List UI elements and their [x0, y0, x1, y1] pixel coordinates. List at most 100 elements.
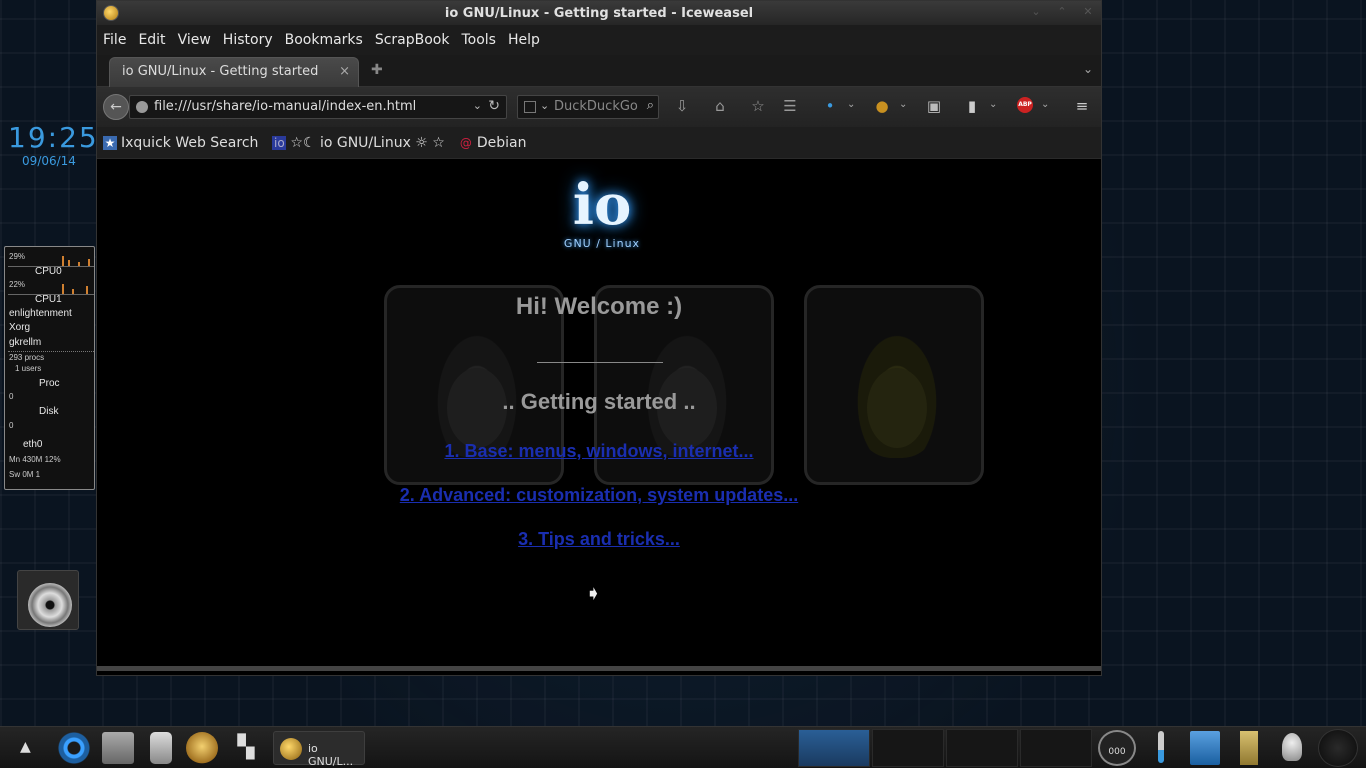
cpu0-percent: 29%: [9, 252, 26, 261]
desktop-pager-4[interactable]: [1020, 729, 1092, 767]
page-content: io GNU / Linux Hi! Welcome :) .. Getting…: [97, 159, 1101, 671]
desktop-clock: 19:25 09/06/14: [8, 122, 97, 169]
top-process-2: Xorg: [9, 322, 31, 333]
robot-icon[interactable]: ▣: [925, 97, 943, 115]
search-input[interactable]: DuckDuckGo: [554, 99, 638, 114]
link-advanced-text[interactable]: 2. Advanced: customization, system updat…: [400, 485, 798, 505]
speed-gauge-icon[interactable]: 000: [1098, 730, 1136, 766]
welcome-heading: Hi! Welcome :): [515, 293, 683, 320]
cd-drive-widget[interactable]: [17, 570, 79, 630]
menu-edit[interactable]: Edit: [134, 32, 169, 48]
desktop-pager-2[interactable]: [872, 729, 944, 767]
bookmark-ixquick[interactable]: ★ Ixquick Web Search: [103, 135, 258, 151]
greasemonkey-icon[interactable]: ●: [873, 97, 891, 115]
search-icon[interactable]: ⌕: [647, 98, 654, 113]
menu-file[interactable]: File: [99, 32, 130, 48]
desktop-pager-1[interactable]: [798, 729, 870, 767]
iceweasel-icon: [280, 738, 302, 760]
tab-bar: io GNU/Linux - Getting started × ✚ ⌄: [97, 55, 1101, 87]
debian-swirl-icon: @: [459, 135, 472, 150]
navigation-bar: ← file:///usr/share/io-manual/index-en.h…: [97, 87, 1101, 127]
link-tips: 3. Tips and tricks...: [97, 529, 1101, 550]
divider-line: [537, 362, 663, 363]
hamburger-menu-icon[interactable]: ≡: [1073, 97, 1091, 115]
logo-mark: io: [572, 172, 632, 238]
bookmarks-list-icon[interactable]: ☰: [781, 97, 799, 115]
bookmark-label: Debian: [476, 134, 527, 151]
start-menu-icon[interactable]: [58, 732, 90, 764]
link-advanced: 2. Advanced: customization, system updat…: [97, 485, 1101, 506]
taskbar-task-iceweasel[interactable]: io GNU/L...: [273, 731, 365, 768]
memory-icon[interactable]: [1240, 731, 1258, 765]
new-tab-icon[interactable]: ✚: [371, 62, 383, 78]
window-title: io GNU/Linux - Getting started - Iceweas…: [444, 5, 754, 21]
taskbar: ▲ ▚ io GNU/L... 000: [0, 726, 1366, 768]
search-engine-icon[interactable]: [524, 101, 536, 113]
link-tips-text[interactable]: 3. Tips and tricks...: [518, 529, 680, 549]
extension-dropdown-icon[interactable]: ⌄: [847, 99, 855, 110]
browser-launcher-icon[interactable]: [186, 732, 218, 764]
thermometer-icon[interactable]: [1158, 731, 1164, 763]
search-bar[interactable]: ⌄ DuckDuckGo ⌕: [517, 95, 659, 119]
menu-bar: File Edit View History Bookmarks ScrapBo…: [97, 25, 1101, 55]
drive-icon[interactable]: [102, 732, 134, 764]
bookmark-label: Ixquick Web Search: [121, 134, 259, 151]
noscript-dropdown-icon[interactable]: ⌄: [989, 99, 997, 110]
iceweasel-icon[interactable]: [103, 5, 119, 21]
tab-close-icon[interactable]: ×: [339, 64, 350, 79]
gkrellm-monitor[interactable]: 29% CPU0 22% CPU1 enlightenment Xorg gkr…: [4, 246, 95, 490]
proc-value: 0: [9, 392, 14, 401]
url-history-dropdown-icon[interactable]: ⌄: [473, 99, 482, 112]
star-icon: ★: [103, 135, 117, 150]
site-identity-icon[interactable]: [136, 101, 148, 113]
tab-list-chevron-icon[interactable]: ⌄: [1083, 62, 1093, 76]
io-icon: io: [272, 135, 287, 150]
desktop-pager-3[interactable]: [946, 729, 1018, 767]
tab-getting-started[interactable]: io GNU/Linux - Getting started ×: [109, 57, 359, 87]
greasemonkey-dropdown-icon[interactable]: ⌄: [899, 99, 907, 110]
bookmark-debian[interactable]: @ Debian: [459, 135, 527, 151]
bookmark-io-linux[interactable]: io ☆☾ io GNU/Linux ☼ ☆: [272, 134, 445, 151]
bookmark-star-icon[interactable]: ☆: [749, 97, 767, 115]
task-label: io GNU/L...: [308, 742, 354, 768]
users-count: 1 users: [15, 364, 42, 373]
url-input[interactable]: file:///usr/share/io-manual/index-en.htm…: [154, 99, 416, 114]
top-process-1: enlightenment: [9, 308, 72, 319]
book-icon[interactable]: [1190, 731, 1220, 765]
bulb-icon[interactable]: [1282, 733, 1302, 761]
io-logo: io GNU / Linux: [557, 173, 647, 250]
title-bar[interactable]: io GNU/Linux - Getting started - Iceweas…: [97, 1, 1101, 25]
usb-drive-icon[interactable]: [150, 732, 172, 764]
reload-icon[interactable]: ↻: [488, 98, 500, 114]
minimize-button[interactable]: ⌄: [1029, 5, 1043, 19]
search-engine-dropdown-icon[interactable]: ⌄: [540, 99, 549, 112]
menu-help[interactable]: Help: [504, 32, 544, 48]
cpu1-percent: 22%: [9, 280, 26, 289]
back-button[interactable]: ←: [103, 94, 129, 120]
home-icon[interactable]: ⌂: [711, 97, 729, 115]
menu-bookmarks[interactable]: Bookmarks: [281, 32, 367, 48]
maximize-button[interactable]: ⌃: [1055, 5, 1069, 19]
link-base-text[interactable]: 1. Base: menus, windows, internet...: [444, 441, 753, 461]
mouse-cursor-icon: ➧: [585, 581, 602, 605]
downloads-icon[interactable]: ⇩: [673, 97, 691, 115]
bookmark-label: ☆☾ io GNU/Linux ☼ ☆: [290, 134, 445, 151]
menu-tools[interactable]: Tools: [457, 32, 500, 48]
noscript-icon[interactable]: ▮: [963, 97, 981, 115]
extension-dot-icon[interactable]: •: [821, 97, 839, 115]
volume-knob-icon[interactable]: [1318, 729, 1358, 767]
net-label: eth0: [23, 439, 43, 450]
adblock-icon[interactable]: ABP: [1017, 97, 1033, 113]
close-window-button[interactable]: ✕: [1081, 5, 1095, 19]
menu-scrapbook[interactable]: ScrapBook: [371, 32, 454, 48]
arrow-up-icon[interactable]: ▲: [20, 739, 36, 755]
menu-view[interactable]: View: [174, 32, 215, 48]
mem-usage: Mn 430M 12%: [9, 455, 61, 464]
divider: [8, 351, 94, 352]
horizontal-scrollbar[interactable]: [97, 666, 1101, 671]
adblock-dropdown-icon[interactable]: ⌄: [1041, 99, 1049, 110]
swap-usage: Sw 0M 1: [9, 470, 41, 479]
url-bar[interactable]: file:///usr/share/io-manual/index-en.htm…: [129, 95, 507, 119]
window-list-icon[interactable]: ▚: [230, 732, 262, 764]
menu-history[interactable]: History: [219, 32, 277, 48]
